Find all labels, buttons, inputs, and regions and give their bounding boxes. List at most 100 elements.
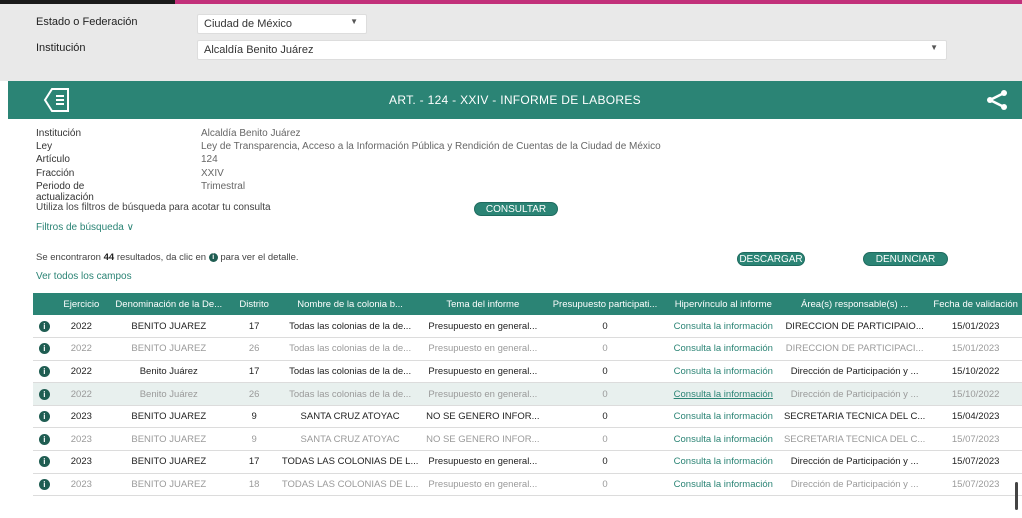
cell-areas: Dirección de Participación y ... <box>790 478 919 490</box>
info-icon[interactable]: i <box>38 388 50 400</box>
table-row[interactable]: i 2023 BENITO JUAREZ 9 SANTA CRUZ ATOYAC NO S… <box>33 428 1022 451</box>
ver-todos-link[interactable]: Ver todos los campos <box>36 271 132 282</box>
cell-distrito: 26 <box>248 388 260 400</box>
institucion-select-value: Alcaldía Benito Juárez <box>204 44 314 56</box>
cell-distrito: 18 <box>248 478 260 490</box>
cell-denominacion: BENITO JUAREZ <box>131 320 207 332</box>
row-detail-cell[interactable]: i <box>33 360 56 383</box>
info-icon: i <box>208 252 218 262</box>
cell-fecha: 15/07/2023 <box>951 433 1000 445</box>
cell-hipervinculo[interactable]: Consulta la información <box>667 451 780 474</box>
results-count: 44 <box>103 252 115 263</box>
cell-tema: Presupuesto en general... <box>428 388 538 400</box>
header-icon-col <box>33 293 56 315</box>
cell-hipervinculo[interactable]: Consulta la información <box>667 473 780 496</box>
cell-tema: Presupuesto en general... <box>428 365 538 377</box>
info-icon[interactable]: i <box>38 343 50 355</box>
table-row[interactable]: i 2023 BENITO JUAREZ 9 SANTA CRUZ ATOYAC NO S… <box>33 405 1022 428</box>
filtros-toggle[interactable]: Filtros de búsqueda ∨ <box>36 222 134 233</box>
info-icon[interactable]: i <box>38 320 50 332</box>
cell-tema: Presupuesto en general... <box>428 478 538 490</box>
cell-denominacion: BENITO JUAREZ <box>131 433 207 445</box>
cell-areas: DIRECCION DE PARTICIPAIO... <box>785 320 924 332</box>
info-key: Institución <box>36 128 82 139</box>
cell-areas: Dirección de Participación y ... <box>790 388 919 400</box>
info-icon[interactable]: i <box>38 411 50 423</box>
cell-ejercicio: 2022 <box>70 320 92 332</box>
row-detail-cell[interactable]: i <box>33 428 56 451</box>
info-icon[interactable]: i <box>38 433 50 445</box>
info-icon[interactable]: i <box>38 478 50 490</box>
table-row[interactable]: i 2022 Benito Juárez 26 Todas las colonias d… <box>33 382 1022 406</box>
estado-select[interactable]: Ciudad de México ▼ <box>197 14 367 34</box>
row-detail-cell[interactable]: i <box>33 473 56 496</box>
institucion-label: Institución <box>36 42 86 54</box>
info-value: Ley de Transparencia, Acceso a la Inform… <box>201 141 661 153</box>
descargar-button[interactable]: DESCARGAR <box>737 252 805 266</box>
row-detail-cell[interactable]: i <box>33 338 56 361</box>
cell-colonia: SANTA CRUZ ATOYAC <box>300 433 400 445</box>
header-denominacion[interactable]: Denominación de la De... <box>107 293 230 315</box>
consultar-button[interactable]: CONSULTAR <box>474 202 558 216</box>
table-row[interactable]: i 2022 BENITO JUAREZ 17 Todas las colonias d… <box>33 315 1022 338</box>
cell-ejercicio: 2022 <box>70 365 92 377</box>
table-row[interactable]: i 2022 BENITO JUAREZ 26 Todas las colonias d… <box>33 338 1022 361</box>
header-colonia[interactable]: Nombre de la colonia b... <box>278 293 423 315</box>
header-fecha[interactable]: Fecha de validación <box>929 293 1022 315</box>
cell-hipervinculo[interactable]: Consulta la información <box>667 360 780 383</box>
article-banner: ART. - 124 - XXIV - INFORME DE LABORES <box>8 81 1022 119</box>
denunciar-button[interactable]: DENUNCIAR <box>863 252 948 266</box>
cell-tema: NO SE GENERO INFOR... <box>426 411 540 423</box>
cell-hipervinculo[interactable]: Consulta la información <box>667 428 780 451</box>
cell-tema: Presupuesto en general... <box>428 456 538 468</box>
row-detail-cell[interactable]: i <box>33 405 56 428</box>
search-hint: Utiliza los filtros de búsqueda para aco… <box>36 202 271 213</box>
table-row[interactable]: i 2023 BENITO JUAREZ 17 TODAS LAS COLONIAS D… <box>33 451 1022 474</box>
results-table: Ejercicio Denominación de la De... Distr… <box>33 293 1022 496</box>
header-presupuesto[interactable]: Presupuesto participati... <box>543 293 666 315</box>
cell-colonia: SANTA CRUZ ATOYAC <box>300 411 400 423</box>
scrollbar-thumb[interactable] <box>1015 482 1018 510</box>
header-distrito[interactable]: Distrito <box>230 293 277 315</box>
header-ejercicio[interactable]: Ejercicio <box>56 293 107 315</box>
table-body: i 2022 BENITO JUAREZ 17 Todas las colonias d… <box>33 315 1022 496</box>
cell-ejercicio: 2023 <box>70 478 92 490</box>
cell-colonia: Todas las colonias de la de... <box>289 343 412 355</box>
cell-denominacion: BENITO JUAREZ <box>131 478 207 490</box>
row-detail-cell[interactable]: i <box>33 451 56 474</box>
cell-distrito: 9 <box>251 433 257 445</box>
cell-presupuesto: 0 <box>602 343 608 355</box>
cell-presupuesto: 0 <box>602 433 608 445</box>
cell-distrito: 9 <box>251 411 257 423</box>
info-key: Ley <box>36 141 53 153</box>
chevron-down-icon: ∨ <box>126 222 134 233</box>
cell-hipervinculo[interactable]: Consulta la información <box>667 315 780 338</box>
chevron-down-icon: ▼ <box>350 17 358 26</box>
cell-fecha: 15/07/2023 <box>951 456 1000 468</box>
header-hipervinculo[interactable]: Hipervínculo al informe <box>667 293 780 315</box>
institucion-select[interactable]: Alcaldía Benito Juárez ▼ <box>197 40 947 60</box>
info-icon[interactable]: i <box>38 365 50 377</box>
cell-presupuesto: 0 <box>602 478 608 490</box>
cell-presupuesto: 0 <box>602 411 608 423</box>
header-areas[interactable]: Área(s) responsable(s) ... <box>780 293 929 315</box>
info-icon[interactable]: i <box>38 456 50 468</box>
share-icon[interactable] <box>986 90 1008 115</box>
cell-hipervinculo[interactable]: Consulta la información <box>667 405 780 428</box>
table-header-row: Ejercicio Denominación de la De... Distr… <box>33 293 1022 315</box>
cell-fecha: 15/07/2023 <box>951 478 1000 490</box>
results-prefix: Se encontraron <box>36 252 101 263</box>
header-tema[interactable]: Tema del informe <box>422 293 543 315</box>
cell-fecha: 15/04/2023 <box>951 411 1000 423</box>
table-row[interactable]: i 2023 BENITO JUAREZ 18 TODAS LAS COLONIAS D… <box>33 473 1022 496</box>
table-row[interactable]: i 2022 Benito Juárez 17 Todas las colonias d… <box>33 360 1022 383</box>
cell-hipervinculo[interactable]: Consulta la información <box>667 383 780 406</box>
cell-hipervinculo[interactable]: Consulta la información <box>667 338 780 361</box>
cell-ejercicio: 2023 <box>70 456 92 468</box>
cell-areas: Dirección de Participación y ... <box>790 456 919 468</box>
row-detail-cell[interactable]: i <box>33 383 56 406</box>
banner-title: ART. - 124 - XXIV - INFORME DE LABORES <box>389 93 641 107</box>
row-detail-cell[interactable]: i <box>33 315 56 338</box>
info-key: Artículo <box>36 154 70 166</box>
cell-denominacion: BENITO JUAREZ <box>131 411 207 423</box>
